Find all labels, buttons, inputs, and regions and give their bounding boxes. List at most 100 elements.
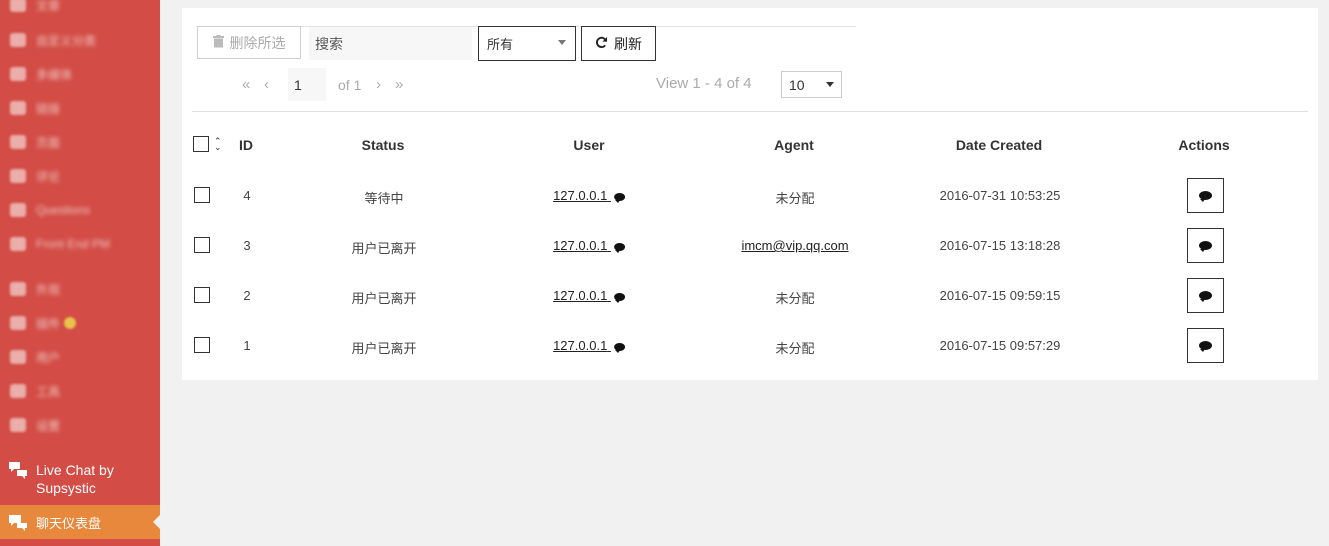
next-page-button[interactable]: › [376,75,381,95]
media-icon [10,67,26,81]
row-user-ip: 127.0.0.1 [553,238,608,253]
sidebar-item-live-chat[interactable]: Live Chat by Supsystic [0,458,160,502]
chat-bubbles-icon [8,461,28,479]
mail-icon [10,237,26,251]
plugin-icon [10,316,26,330]
row-date-created: 2016-07-15 13:18:28 [939,238,1061,253]
row-status: 用户已离开 [351,291,417,306]
row-id: 2 [243,288,251,303]
open-chat-button[interactable] [1187,328,1224,363]
column-header-status[interactable]: Status [362,137,405,153]
select-all-checkbox[interactable] [193,136,209,152]
sidebar-item-chat-dashboard[interactable]: 聊天仪表盘 [0,505,160,539]
row-id: 4 [243,188,251,203]
sidebar-item-questions[interactable]: Questions [0,197,160,223]
chat-list-panel [182,8,1318,380]
user-icon [10,350,26,364]
dropdown-caret-icon [826,82,834,87]
sidebar-item-plugins[interactable]: 插件 [0,310,160,336]
chat-bubble-icon [1199,241,1212,252]
delete-selected-button[interactable]: 删除所选 [197,26,301,59]
settings-icon [10,418,26,432]
column-header-user[interactable]: User [573,137,604,153]
view-range-text: View 1 - 4 of 4 [656,75,752,92]
chat-bubble-icon [613,242,625,253]
chat-bubble-icon [613,292,625,303]
sidebar-item-users[interactable]: 用户 [0,344,160,370]
active-indicator-arrow [153,515,160,529]
trash-icon [212,34,224,51]
sidebar-item-comments[interactable]: 评论 [0,163,160,189]
row-checkbox[interactable] [194,237,210,253]
column-header-agent[interactable]: Agent [774,137,814,153]
row-agent: 未分配 [775,341,815,356]
sidebar-item-links[interactable]: 链接 [0,95,160,121]
chat-bubble-icon [613,192,625,203]
wrench-icon [10,384,26,398]
admin-sidebar: 文章 自定义分类 多媒体 链接 页面 评论 Questions Front En… [0,0,160,546]
open-chat-button[interactable] [1187,278,1224,313]
page-icon [10,135,26,149]
row-date-created: 2016-07-15 09:57:29 [939,338,1061,353]
refresh-label: 刷新 [614,35,642,52]
chat-bubble-icon [1199,341,1212,352]
column-header-date-created[interactable]: Date Created [956,137,1042,153]
delete-selected-label: 删除所选 [229,34,286,51]
first-page-button[interactable]: « [242,75,250,95]
status-filter-value: 所有 [487,37,514,52]
sidebar-item-pages[interactable]: 页面 [0,129,160,155]
row-user-link[interactable]: 127.0.0.1 [553,238,625,253]
chat-dashboard-icon [8,513,28,531]
sidebar-item-appearance[interactable]: 外观 [0,276,160,302]
header-divider [192,111,1308,112]
row-status: 用户已离开 [351,241,417,256]
row-user-link[interactable]: 127.0.0.1 [553,288,625,303]
open-chat-button[interactable] [1187,178,1224,213]
comment-icon [10,169,26,183]
row-user-ip: 127.0.0.1 [553,288,608,303]
chat-bubble-icon [1199,291,1212,302]
row-status: 等待中 [364,191,404,206]
row-checkbox[interactable] [194,187,210,203]
rows-per-page-select[interactable]: 10 [781,71,842,98]
rows-per-page-value: 10 [789,76,805,93]
sidebar-item-tools[interactable]: 工具 [0,378,160,404]
search-input[interactable] [309,27,472,60]
sidebar-item-media[interactable]: 多媒体 [0,61,160,87]
refresh-icon [595,36,608,52]
sidebar-item-settings[interactable]: 设置 [0,412,160,438]
page-number-input[interactable] [288,68,326,101]
page-count-text: of 1 [338,77,362,93]
row-user-link[interactable]: 127.0.0.1 [553,188,625,203]
open-chat-button[interactable] [1187,228,1224,263]
sidebar-item-posts[interactable]: 文章 [0,0,160,18]
dropdown-caret-icon [558,40,566,45]
row-user-ip: 127.0.0.1 [553,338,608,353]
column-header-actions: Actions [1178,137,1230,153]
chat-bubble-icon [613,342,625,353]
sidebar-item-front-end-pm[interactable]: Front End PM [0,231,160,257]
row-date-created: 2016-07-31 10:53:25 [939,188,1061,203]
update-count-badge [64,317,77,329]
refresh-button[interactable]: 刷新 [581,26,656,61]
row-agent: 未分配 [775,191,815,206]
row-checkbox[interactable] [194,337,210,353]
status-filter-select[interactable]: 所有 [478,26,576,61]
brush-icon [10,282,26,296]
row-user-link[interactable]: 127.0.0.1 [553,338,625,353]
prev-page-button[interactable]: ‹ [264,75,269,95]
row-agent: 未分配 [775,291,815,306]
folder-icon [10,33,26,47]
sidebar-item-custom-taxonomy[interactable]: 自定义分类 [0,27,160,53]
row-id: 1 [243,338,251,353]
sort-icon[interactable]: ⌃ ⌄ [214,137,222,152]
row-agent-link[interactable]: imcm@vip.qq.com [741,238,848,253]
row-date-created: 2016-07-15 09:59:15 [939,288,1061,303]
column-header-id[interactable]: ID [239,137,253,153]
chat-bubble-icon [1199,191,1212,202]
link-icon [10,101,26,115]
last-page-button[interactable]: » [395,75,403,95]
row-id: 3 [243,238,251,253]
row-checkbox[interactable] [194,287,210,303]
row-status: 用户已离开 [351,341,417,356]
